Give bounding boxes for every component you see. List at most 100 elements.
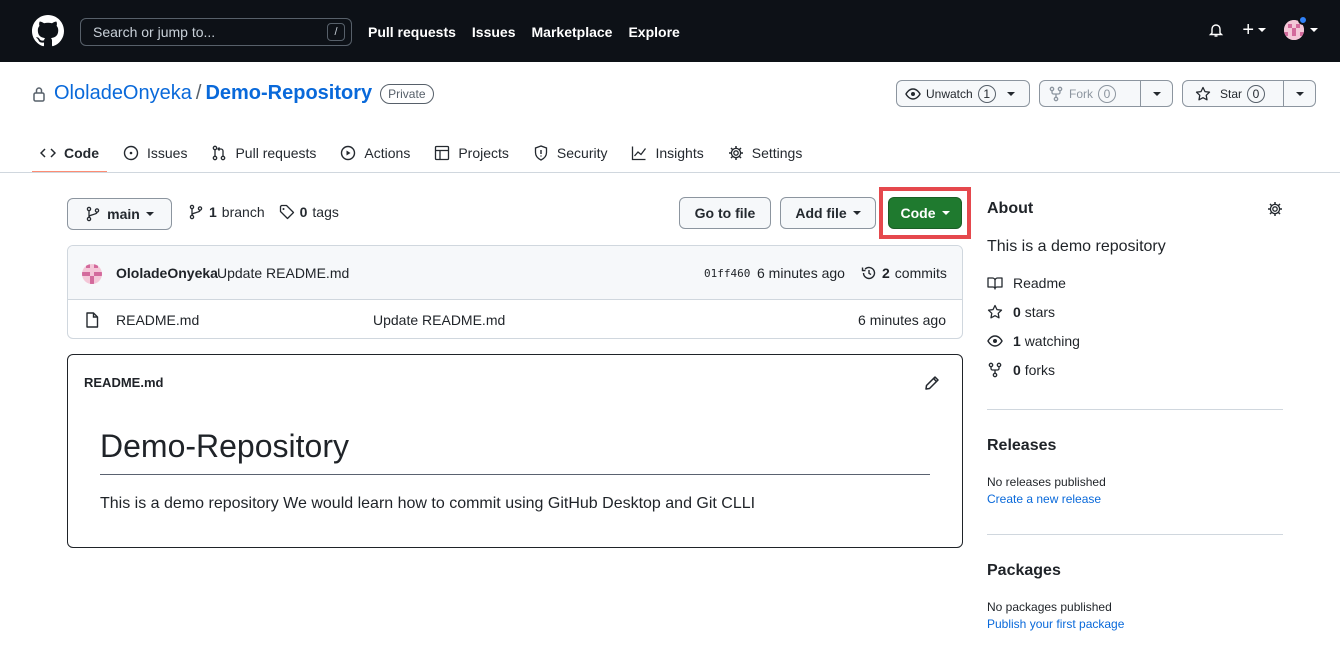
global-header: Search or jump to... / Pull requests Iss… bbox=[0, 0, 1340, 62]
stars-word: stars bbox=[1024, 303, 1056, 320]
lock-icon bbox=[32, 86, 46, 102]
star-icon bbox=[987, 304, 1003, 320]
fork-dropdown-button[interactable] bbox=[1140, 81, 1172, 106]
tab-label: Insights bbox=[655, 145, 704, 161]
tab-label: Pull requests bbox=[235, 145, 317, 161]
create-release-link[interactable]: Create a new release bbox=[987, 492, 1283, 506]
sidebar-divider bbox=[987, 409, 1283, 410]
readme-body: This is a demo repository We would learn… bbox=[100, 495, 756, 512]
tab-label: Actions bbox=[364, 145, 411, 161]
tab-pull-requests[interactable]: Pull requests bbox=[203, 134, 324, 172]
add-file-button[interactable]: Add file bbox=[780, 197, 876, 229]
packages-empty-text: No packages published bbox=[987, 600, 1112, 614]
nav-issues[interactable]: Issues bbox=[472, 22, 516, 42]
unwatch-label: Unwatch bbox=[926, 86, 973, 101]
about-title: About bbox=[987, 200, 1034, 217]
plus-icon: + bbox=[1242, 19, 1254, 41]
fork-label: Fork bbox=[1069, 86, 1093, 101]
latest-commit-row: OloladeOnyeka Update README.md 01ff460 6… bbox=[68, 246, 962, 300]
table-icon bbox=[434, 145, 450, 161]
gear-icon bbox=[728, 145, 744, 161]
stars-link[interactable]: 0 stars bbox=[987, 297, 1283, 326]
go-to-file-button[interactable]: Go to file bbox=[679, 197, 771, 229]
tab-actions[interactable]: Actions bbox=[332, 134, 418, 172]
readme-panel: README.md Demo-Repository This is a demo… bbox=[67, 354, 963, 548]
gear-icon[interactable] bbox=[1267, 201, 1283, 217]
commit-sha-link[interactable]: 01ff460 bbox=[704, 267, 750, 280]
file-name-link[interactable]: README.md bbox=[116, 312, 199, 328]
tab-projects[interactable]: Projects bbox=[426, 134, 517, 172]
search-shortcut-hint: / bbox=[327, 23, 345, 41]
commit-count-word: commits bbox=[894, 265, 947, 281]
chevron-down-icon bbox=[941, 211, 950, 215]
watching-word: watching bbox=[1024, 332, 1080, 349]
eye-icon bbox=[905, 86, 921, 102]
unwatch-button[interactable]: Unwatch 1 bbox=[897, 81, 1029, 106]
branches-link[interactable]: 1 branch bbox=[188, 204, 265, 220]
tab-insights[interactable]: Insights bbox=[623, 134, 711, 172]
pull-request-icon bbox=[211, 145, 227, 161]
repo-owner-link[interactable]: OloladeOnyeka bbox=[54, 82, 192, 105]
nav-pull-requests[interactable]: Pull requests bbox=[368, 22, 456, 42]
branch-count: 1 bbox=[209, 204, 217, 220]
book-icon bbox=[987, 275, 1003, 291]
repo-title: OloladeOnyeka / Demo-Repository Private bbox=[32, 82, 434, 105]
tab-label: Settings bbox=[751, 145, 803, 161]
readme-divider bbox=[100, 474, 930, 475]
code-button[interactable]: Code bbox=[888, 197, 962, 229]
releases-title[interactable]: Releases bbox=[987, 437, 1283, 455]
visibility-badge: Private bbox=[380, 83, 434, 104]
tab-security[interactable]: Security bbox=[525, 134, 616, 172]
readme-filename[interactable]: README.md bbox=[84, 375, 163, 390]
commit-message-link[interactable]: Update README.md bbox=[217, 265, 349, 281]
chevron-down-icon bbox=[1310, 28, 1318, 32]
tab-issues[interactable]: Issues bbox=[115, 134, 195, 172]
star-dropdown-button[interactable] bbox=[1283, 81, 1315, 106]
watch-button-group: Unwatch 1 bbox=[896, 80, 1030, 107]
pencil-icon[interactable] bbox=[924, 375, 940, 391]
tab-settings[interactable]: Settings bbox=[720, 134, 811, 172]
star-button[interactable]: Star 0 bbox=[1183, 81, 1283, 106]
forks-count: 0 bbox=[1013, 361, 1021, 378]
tag-icon bbox=[279, 204, 295, 220]
bell-icon[interactable] bbox=[1208, 22, 1224, 38]
file-time: 6 minutes ago bbox=[858, 312, 946, 328]
github-logo-icon[interactable] bbox=[32, 15, 64, 47]
star-button-group: Star 0 bbox=[1182, 80, 1316, 107]
commits-link[interactable]: 2 commits bbox=[861, 265, 947, 281]
fork-button[interactable]: Fork 0 bbox=[1040, 81, 1140, 106]
packages-title[interactable]: Packages bbox=[987, 562, 1283, 580]
avatar[interactable] bbox=[82, 264, 102, 284]
forks-word: forks bbox=[1024, 361, 1056, 378]
nav-marketplace[interactable]: Marketplace bbox=[532, 22, 613, 42]
play-icon bbox=[340, 145, 356, 161]
search-input[interactable]: Search or jump to... / bbox=[80, 18, 352, 46]
branch-select-button[interactable]: main bbox=[67, 198, 172, 230]
repo-name-link[interactable]: Demo-Repository bbox=[205, 82, 372, 105]
sidebar-divider bbox=[987, 534, 1283, 535]
watch-count: 1 bbox=[977, 84, 996, 103]
nav-explore[interactable]: Explore bbox=[628, 22, 679, 42]
watching-link[interactable]: 1 watching bbox=[987, 326, 1283, 355]
create-new-button[interactable]: + bbox=[1242, 19, 1266, 41]
code-icon bbox=[40, 145, 56, 161]
chevron-down-icon bbox=[852, 211, 861, 215]
chevron-down-icon bbox=[1258, 28, 1266, 32]
tag-count: 0 bbox=[299, 204, 308, 220]
fork-button-group: Fork 0 bbox=[1039, 80, 1173, 107]
chevron-down-icon bbox=[1152, 91, 1161, 96]
publish-package-link[interactable]: Publish your first package bbox=[987, 617, 1283, 631]
forks-link[interactable]: 0 forks bbox=[987, 355, 1283, 384]
tab-code[interactable]: Code bbox=[32, 134, 107, 173]
commit-author-link[interactable]: OloladeOnyeka bbox=[116, 265, 218, 281]
tag-word: tags bbox=[312, 204, 339, 220]
file-commit-message-link[interactable]: Update README.md bbox=[373, 312, 505, 328]
readme-link[interactable]: Readme bbox=[987, 268, 1283, 297]
tab-label: Code bbox=[64, 145, 99, 161]
tags-link[interactable]: 0 tags bbox=[279, 204, 339, 220]
user-menu-button[interactable] bbox=[1284, 15, 1318, 40]
fork-icon bbox=[1048, 86, 1064, 102]
repo-tabs: Code Issues Pull requests Actions Projec… bbox=[32, 134, 818, 173]
star-count: 0 bbox=[1247, 84, 1266, 103]
table-row[interactable]: README.md Update README.md 6 minutes ago bbox=[68, 300, 962, 338]
